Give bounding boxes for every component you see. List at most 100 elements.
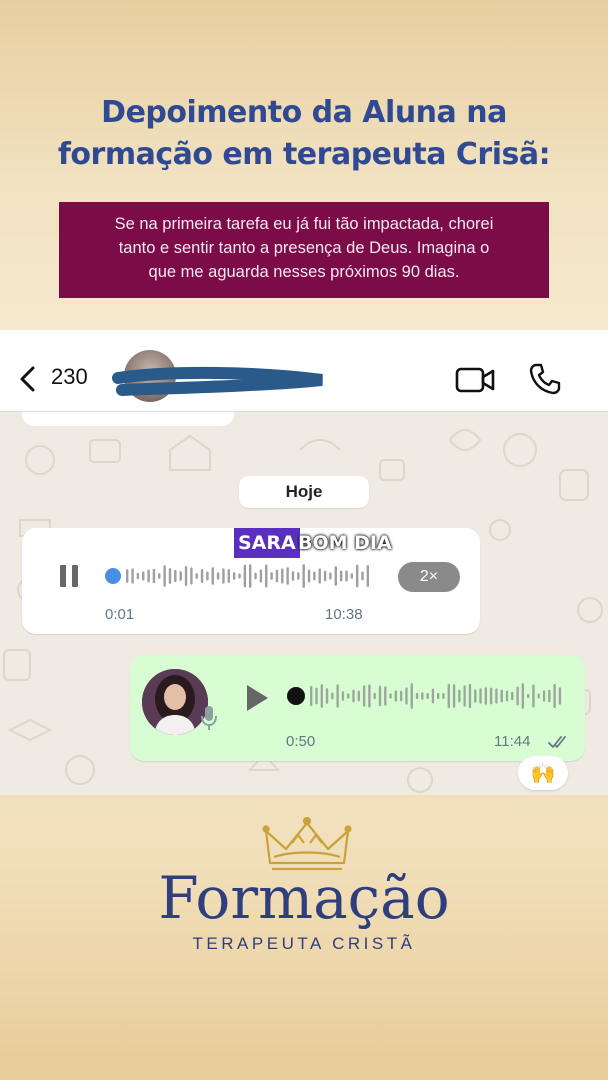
chat-screenshot: 230 Hoje 2× 0:01 10:38 SARA BOM DIA 0:50…: [0, 330, 608, 795]
waveform-bar: [389, 693, 392, 699]
waveform-bar: [216, 572, 220, 580]
waveform-bar: [357, 690, 361, 702]
waveform-bar: [206, 571, 209, 581]
waveform-bar: [238, 573, 241, 579]
waveform-bar: [307, 569, 311, 583]
waveform-bar: [339, 570, 343, 582]
brand-subtitle: TERAPEUTA CRISTÃ: [192, 934, 416, 953]
waveform-bar: [426, 693, 429, 699]
playback-speed-button[interactable]: 2×: [398, 562, 460, 592]
waveform-bar: [345, 570, 348, 582]
waveform-bar: [368, 684, 371, 708]
incoming-elapsed-time: 0:01: [105, 606, 135, 623]
waveform-bar: [158, 573, 161, 579]
waveform-bar: [458, 689, 461, 703]
waveform-bar: [163, 565, 166, 587]
waveform-bar: [329, 572, 332, 580]
waveform-bar: [399, 690, 403, 702]
waveform-bar: [410, 683, 413, 709]
waveform-bar: [521, 683, 525, 709]
testimonial-line-1: Se na primeira tarefa eu já fui tão impa…: [114, 215, 494, 233]
chevron-left-icon[interactable]: [17, 366, 39, 392]
waveform-bar: [558, 687, 562, 705]
waveform-bar: [336, 684, 339, 708]
waveform-bar: [384, 686, 387, 706]
waveform-bar: [254, 572, 257, 580]
playback-position-dot[interactable]: [287, 687, 305, 705]
testimonial-line-2: tanto e sentir tanto a presença de Deus.…: [118, 239, 490, 257]
waveform-bar: [479, 688, 482, 704]
waveform-bar: [325, 688, 329, 704]
waveform-bar: [511, 691, 514, 701]
waveform-bar: [352, 689, 355, 703]
waveform-bar: [320, 684, 323, 708]
video-camera-icon[interactable]: [455, 366, 495, 394]
incoming-audio-waveform[interactable]: [104, 562, 372, 590]
waveform-bar: [179, 571, 182, 581]
waveform-bar: [548, 689, 551, 703]
pause-icon[interactable]: [58, 564, 80, 588]
waveform-bar: [452, 684, 456, 708]
waveform-bar: [361, 571, 364, 581]
waveform-bar: [243, 564, 247, 588]
waveform-bar: [347, 693, 350, 699]
microphone-icon: [201, 706, 217, 730]
play-icon[interactable]: [244, 683, 270, 713]
waveform-bar: [195, 573, 198, 579]
sender-photo-illustration: [142, 669, 208, 735]
waveform-bar: [184, 566, 188, 586]
playback-position-dot[interactable]: [105, 568, 121, 584]
waveform-bar: [350, 573, 354, 579]
phone-icon[interactable]: [528, 362, 562, 396]
waveform-bar: [318, 568, 321, 584]
waveform-bar: [394, 690, 398, 702]
waveform-bar: [136, 572, 140, 580]
waveform-bar: [447, 683, 450, 709]
waveform-bar: [131, 568, 134, 584]
headline-line-2: formação em terapeuta Crisã:: [57, 137, 551, 172]
waveform-bar: [355, 564, 359, 588]
waveform-bar: [265, 564, 268, 588]
waveform-bar: [315, 687, 318, 705]
waveform-bar: [415, 693, 419, 699]
waveform-bar: [474, 689, 477, 703]
waveform-bar: [405, 687, 408, 705]
waveform-bar: [442, 693, 445, 699]
date-chip: Hoje: [239, 476, 369, 508]
sender-avatar: [142, 669, 208, 735]
waveform-bar: [526, 693, 530, 699]
reaction-badge[interactable]: 🙌: [518, 756, 568, 790]
waveform-bar: [323, 570, 327, 582]
chat-header: 230: [0, 330, 608, 412]
waveform-bar: [211, 567, 214, 585]
outgoing-audio-message[interactable]: 0:50 11:44: [130, 655, 585, 761]
unread-count[interactable]: 230: [51, 364, 88, 390]
waveform-bar: [553, 683, 556, 709]
waveform-bar: [516, 686, 519, 706]
outgoing-audio-waveform[interactable]: [286, 681, 564, 711]
waveform-bar: [190, 567, 193, 585]
waveform-bar: [302, 564, 305, 588]
waveform-bar: [310, 685, 313, 707]
waveform-bar: [152, 568, 156, 584]
waveform-bar: [200, 569, 204, 583]
waveform-bar: [334, 566, 337, 586]
waveform-bar: [331, 692, 334, 700]
waveform-bar: [500, 689, 503, 703]
waveform-bar: [126, 569, 129, 583]
caption-text: BOM DIA: [298, 532, 392, 554]
testimonial-box: Se na primeira tarefa eu já fui tão impa…: [59, 202, 549, 298]
waveform-bar: [484, 687, 488, 705]
testimonial-line-3: que me aguarda nesses próximos 90 dias.: [148, 263, 460, 281]
headline-line-1: Depoimento da Aluna na: [101, 95, 507, 130]
waveform-bar: [431, 688, 435, 704]
incoming-timestamp: 10:38: [325, 606, 363, 623]
waveform-bar: [537, 693, 540, 699]
waveform-bar: [437, 692, 440, 700]
waveform-bar: [341, 691, 345, 701]
waveform-bar: [362, 685, 366, 707]
waveform-bar: [421, 692, 424, 700]
outgoing-timestamp: 11:44: [494, 733, 531, 750]
waveform-bar: [281, 568, 284, 584]
waveform-bar: [232, 572, 236, 580]
